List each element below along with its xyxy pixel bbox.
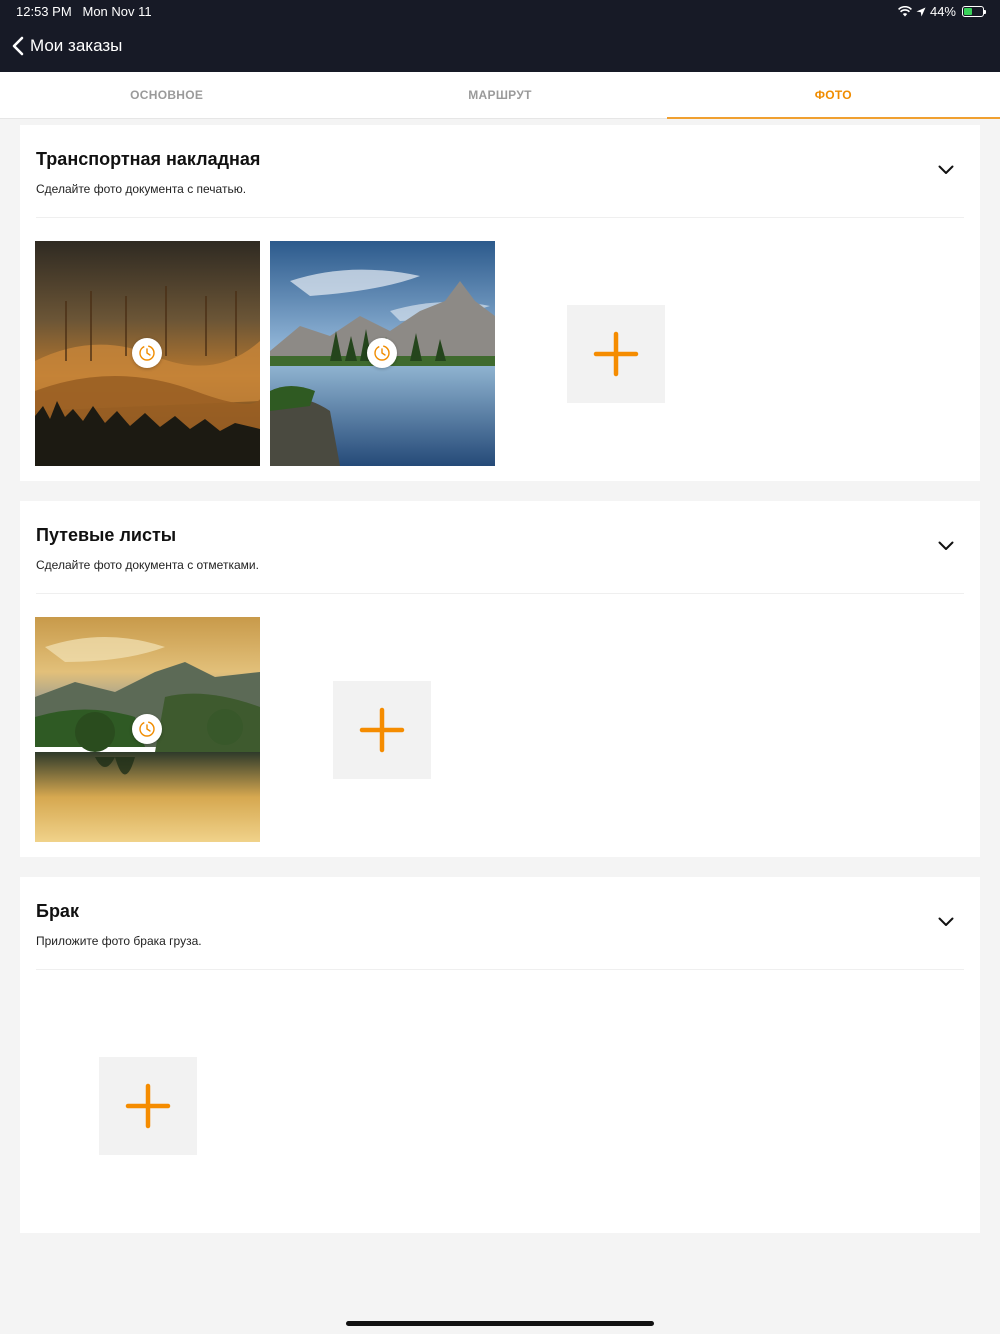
pending-clock-icon <box>367 338 397 368</box>
tab-label: ФОТО <box>814 88 852 102</box>
tab-label: МАРШРУТ <box>468 88 532 102</box>
add-photo-button[interactable] <box>567 305 665 403</box>
status-indicators: 44% <box>898 4 986 19</box>
section-subtitle: Приложите фото брака груза. <box>36 934 202 948</box>
tab-photo[interactable]: ФОТО <box>666 72 1000 119</box>
add-photo-button[interactable] <box>99 1057 197 1155</box>
home-indicator[interactable] <box>346 1321 654 1326</box>
tab-route[interactable]: МАРШРУТ <box>333 72 666 118</box>
back-title: Мои заказы <box>30 36 123 55</box>
clock-date: Mon Nov 11 <box>82 4 152 19</box>
back-button[interactable]: Мои заказы <box>12 36 122 56</box>
add-photo-button[interactable] <box>333 681 431 779</box>
pending-clock-icon <box>132 338 162 368</box>
section-waybills: Путевые листы Сделайте фото документа с … <box>20 501 980 857</box>
tab-bar: ОСНОВНОЕ МАРШРУТ ФОТО <box>0 72 1000 119</box>
wifi-icon <box>898 6 912 17</box>
section-title: Брак <box>36 901 79 921</box>
chevron-down-icon[interactable] <box>938 165 954 175</box>
divider <box>36 217 964 218</box>
section-subtitle: Сделайте фото документа с отметками. <box>36 558 259 572</box>
plus-icon <box>359 707 405 753</box>
section-defects: Брак Приложите фото брака груза. <box>20 877 980 1233</box>
battery-icon <box>962 6 986 17</box>
photo-thumbnail[interactable] <box>35 241 260 466</box>
clock-time: 12:53 PM <box>16 4 72 19</box>
status-time: 12:53 PM Mon Nov 11 <box>16 4 152 19</box>
divider <box>36 593 964 594</box>
section-title: Путевые листы <box>36 525 177 545</box>
battery-percent: 44% <box>929 4 956 19</box>
tab-label: ОСНОВНОЕ <box>130 88 204 102</box>
plus-icon <box>593 331 639 377</box>
section-subtitle: Сделайте фото документа с печатью. <box>36 182 247 196</box>
photo-thumbnail[interactable] <box>270 241 495 466</box>
plus-icon <box>125 1083 171 1129</box>
divider <box>36 969 964 970</box>
section-title: Транспортная накладная <box>36 149 261 169</box>
tab-main[interactable]: ОСНОВНОЕ <box>0 72 333 118</box>
chevron-left-icon <box>12 36 24 56</box>
chevron-down-icon[interactable] <box>938 917 954 927</box>
pending-clock-icon <box>132 714 162 744</box>
location-arrow-icon <box>916 7 926 16</box>
chevron-down-icon[interactable] <box>938 541 954 551</box>
photo-thumbnail[interactable] <box>35 617 260 842</box>
section-waybill: Транспортная накладная Сделайте фото док… <box>20 125 980 481</box>
top-bar: 12:53 PM Mon Nov 11 44% Мои заказы <box>0 0 1000 72</box>
